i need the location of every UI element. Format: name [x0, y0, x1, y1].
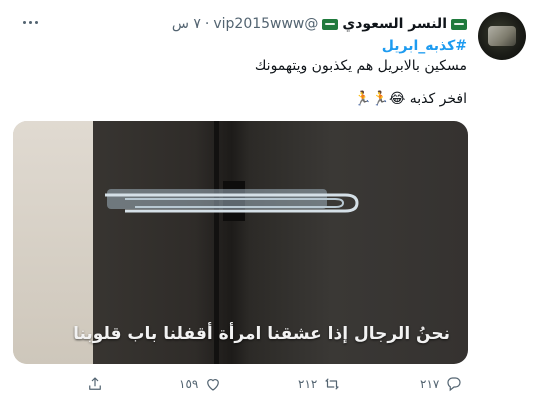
hashtag-link[interactable]: #كذبه_ابريل [27, 36, 467, 56]
retweet-button[interactable]: ٢١٢ [298, 372, 341, 396]
share-icon [89, 377, 101, 390]
like-icon [207, 379, 220, 391]
tweet-line-2: افخر كذبه 😂🏃🏃 [354, 91, 467, 107]
like-button[interactable]: ١٥٩ [179, 372, 222, 396]
reply-button[interactable]: ٢١٧ [420, 372, 463, 396]
share-button[interactable] [86, 372, 104, 396]
reply-count: ٢١٧ [420, 377, 440, 391]
separator: · [204, 16, 210, 32]
like-count: ١٥٩ [179, 377, 199, 391]
tweet[interactable]: النسر السعودي @vip2015www · ٧ س #كذبه_اب… [0, 0, 537, 399]
saudi-flag-icon [451, 18, 467, 30]
retweet-count: ٢١٢ [298, 377, 318, 391]
saudi-flag-icon [322, 18, 339, 30]
user-handle[interactable]: @vip2015www [213, 16, 318, 32]
tweet-media-image[interactable]: نحنُ الرجال إذا عشقنا امرأة أقفلنا باب ق… [13, 121, 468, 364]
avatar[interactable] [478, 12, 526, 60]
retweet-icon [325, 378, 339, 390]
tweet-line-1: مسكين بالابريل هم يكذبون ويتهمونك [254, 58, 467, 74]
paperclip-lock-graphic [105, 181, 359, 221]
display-name[interactable]: النسر السعودي [342, 16, 447, 32]
tweet-actions: ٢١٧ ٢١٢ ١٥٩ [0, 372, 537, 396]
more-options-icon[interactable] [18, 12, 42, 32]
reply-icon [447, 377, 461, 392]
tweet-header: النسر السعودي @vip2015www · ٧ س [172, 14, 467, 34]
avatar-mark [488, 26, 516, 46]
tweet-text: #كذبه_ابريل مسكين بالابريل هم يكذبون ويت… [27, 36, 467, 109]
timestamp[interactable]: ٧ س [172, 16, 201, 32]
media-caption: نحنُ الرجال إذا عشقنا امرأة أقفلنا باب ق… [73, 324, 450, 344]
